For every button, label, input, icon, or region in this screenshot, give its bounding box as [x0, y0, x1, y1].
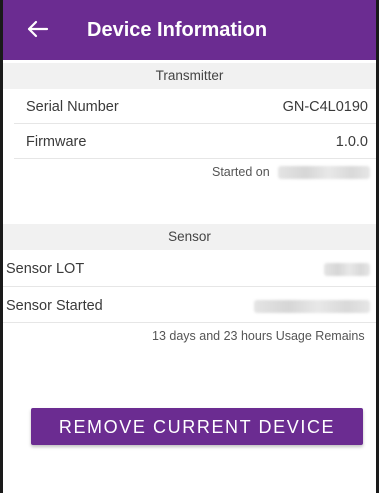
- redacted-start-date: [278, 166, 370, 179]
- transmitter-started-line: Started on: [212, 159, 270, 185]
- sensor-section-header: Sensor: [3, 224, 376, 250]
- divider: [14, 123, 376, 124]
- arrow-left-icon: [27, 20, 49, 38]
- divider: [3, 286, 376, 287]
- back-button[interactable]: [25, 16, 51, 42]
- page-title: Device Information: [87, 19, 268, 41]
- usage-remaining-text: 13 days and 23 hours Usage Remains: [152, 329, 365, 343]
- divider: [14, 158, 376, 159]
- transmitter-section-header: Transmitter: [3, 63, 376, 89]
- sensor-lot-row: Sensor LOT: [3, 254, 376, 284]
- redacted-sensor-started: [254, 300, 370, 313]
- sensor-lot-label: Sensor LOT: [6, 261, 85, 277]
- transmitter-started-label: Started on: [212, 165, 270, 179]
- serial-number-value: GN-C4L0190: [282, 99, 368, 115]
- remove-current-device-button[interactable]: REMOVE CURRENT DEVICE: [31, 408, 363, 445]
- serial-number-label: Serial Number: [26, 99, 119, 115]
- firmware-value: 1.0.0: [335, 134, 368, 150]
- firmware-label: Firmware: [26, 134, 87, 150]
- redacted-sensor-lot: [324, 263, 370, 276]
- firmware-row: Firmware 1.0.0: [14, 127, 376, 157]
- sensor-started-label: Sensor Started: [6, 298, 103, 314]
- serial-number-row: Serial Number GN-C4L0190: [14, 92, 376, 122]
- app-bar: Device Information: [3, 0, 376, 60]
